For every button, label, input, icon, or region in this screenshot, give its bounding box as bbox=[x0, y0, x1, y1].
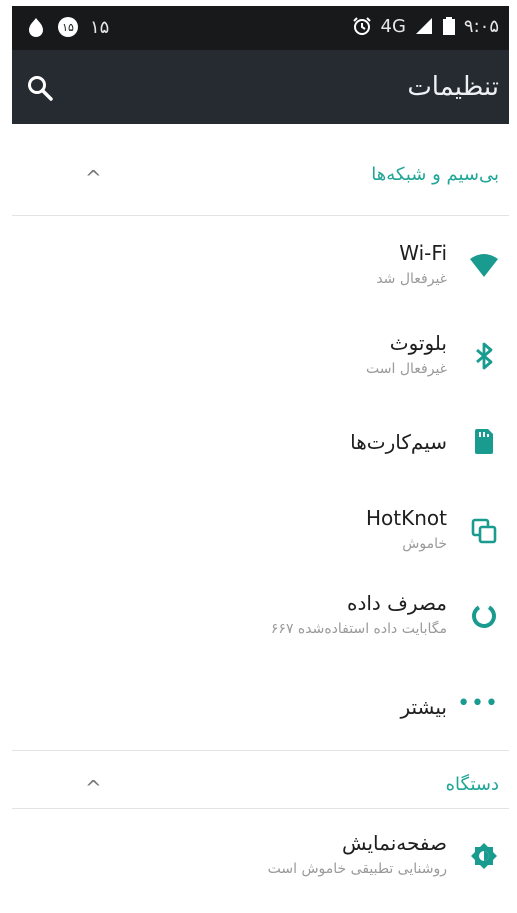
settings-item-hotknot[interactable]: HotKnot خاموش bbox=[12, 490, 509, 580]
item-subtitle: غیرفعال شد bbox=[376, 271, 447, 287]
status-bar: ۱۵ ۱۵ 4G ۹:۰۵ bbox=[12, 6, 509, 50]
status-left-text: ۱۵ bbox=[90, 16, 110, 38]
search-icon[interactable] bbox=[26, 74, 54, 102]
hotknot-icon bbox=[471, 518, 497, 544]
settings-item-display[interactable]: صفحه‌نمایش روشنایی تطبیقی خاموش است bbox=[12, 815, 509, 905]
svg-text:۱۵: ۱۵ bbox=[62, 21, 74, 34]
item-title: HotKnot bbox=[366, 506, 447, 530]
settings-item-sim-cards[interactable]: سیم‌کارت‌ها bbox=[12, 400, 509, 490]
item-title: بیشتر bbox=[400, 695, 447, 719]
settings-item-data-usage[interactable]: مصرف داده ۶۶۷ مگابایت داده استفاده‌شده bbox=[12, 575, 509, 665]
section-label: بی‌سیم و شبکه‌ها bbox=[371, 164, 499, 185]
item-subtitle: غیرفعال است bbox=[366, 361, 447, 377]
item-subtitle: خاموش bbox=[402, 536, 447, 552]
item-title: مصرف داده bbox=[346, 591, 447, 615]
sim-card-icon bbox=[475, 429, 493, 454]
settings-item-more[interactable]: ••• بیشتر bbox=[12, 665, 509, 755]
divider bbox=[12, 808, 509, 809]
section-label: دستگاه bbox=[445, 774, 499, 795]
wifi-icon bbox=[470, 254, 498, 277]
badge-notification-icon: ۱۵ bbox=[58, 17, 78, 37]
item-subtitle: ۶۶۷ مگابایت داده استفاده‌شده bbox=[270, 621, 447, 637]
clock: ۹:۰۵ bbox=[463, 15, 499, 37]
status-left: ۱۵ ۱۵ bbox=[26, 15, 109, 39]
app-bar: تنظیمات bbox=[12, 50, 509, 124]
bluetooth-icon bbox=[476, 342, 493, 370]
item-title: Wi-Fi bbox=[399, 241, 447, 265]
network-type: 4G bbox=[380, 15, 406, 37]
item-title: سیم‌کارت‌ها bbox=[350, 430, 447, 454]
section-device: دستگاه ^ bbox=[12, 750, 509, 820]
more-dots-icon: ••• bbox=[457, 691, 499, 716]
chevron-up-icon[interactable]: ^ bbox=[85, 166, 102, 190]
signal-icon bbox=[415, 18, 432, 34]
item-title: بلوتوث bbox=[389, 331, 447, 355]
brightness-icon bbox=[471, 843, 497, 869]
app-notification-icon bbox=[29, 18, 43, 37]
item-subtitle: روشنایی تطبیقی خاموش است bbox=[267, 861, 447, 877]
page-title: تنظیمات bbox=[407, 72, 499, 102]
settings-item-bluetooth[interactable]: بلوتوث غیرفعال است bbox=[12, 315, 509, 405]
item-title: صفحه‌نمایش bbox=[341, 831, 447, 855]
divider bbox=[12, 215, 509, 216]
section-wireless-networks: بی‌سیم و شبکه‌ها ^ bbox=[12, 140, 509, 210]
settings-item-wifi[interactable]: Wi-Fi غیرفعال شد bbox=[12, 225, 509, 315]
chevron-up-icon[interactable]: ^ bbox=[85, 776, 102, 800]
status-right: 4G ۹:۰۵ bbox=[351, 15, 499, 37]
alarm-icon bbox=[352, 17, 371, 35]
battery-icon bbox=[442, 17, 455, 35]
data-usage-icon bbox=[472, 604, 496, 628]
